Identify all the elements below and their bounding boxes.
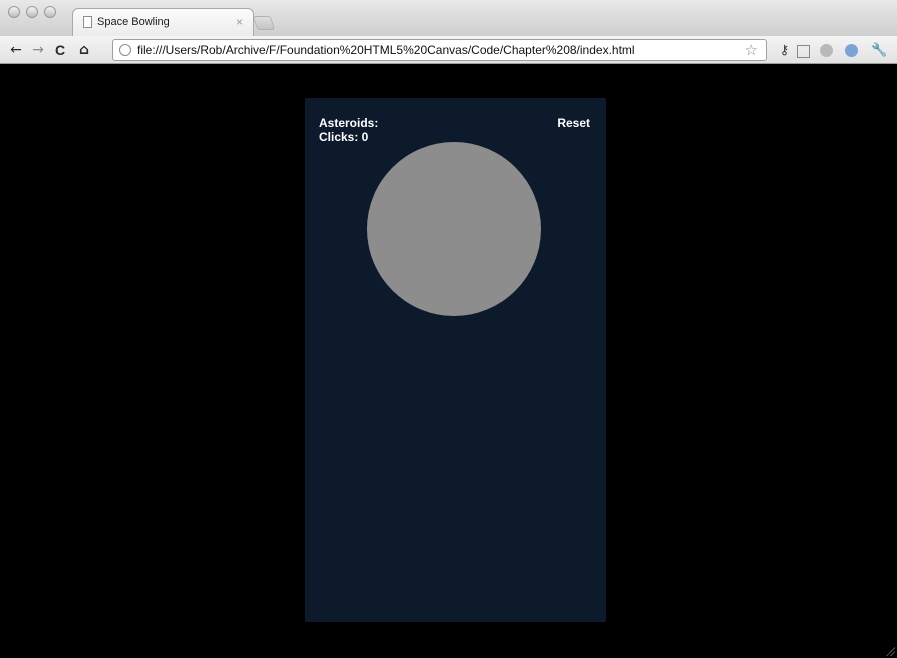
tab-space-bowling[interactable]: Space Bowling × <box>72 8 254 36</box>
close-window-button[interactable] <box>8 6 20 18</box>
key-extension-icon[interactable]: ⚷ <box>777 43 792 58</box>
page-info-icon[interactable] <box>119 44 131 56</box>
zoom-window-button[interactable] <box>44 6 56 18</box>
globe-extension-icon[interactable] <box>820 44 833 57</box>
frame-extension-icon[interactable] <box>797 45 810 58</box>
forward-icon[interactable]: → <box>30 41 46 59</box>
address-bar[interactable]: file:///Users/Rob/Archive/F/Foundation%2… <box>112 39 767 61</box>
home-icon[interactable]: ⌂ <box>76 41 92 59</box>
back-icon[interactable]: ← <box>8 41 24 59</box>
tab-close-icon[interactable]: × <box>236 15 243 29</box>
browser-toolbar: ← → C ⌂ file:///Users/Rob/Archive/F/Foun… <box>0 36 897 64</box>
document-icon <box>83 16 92 28</box>
tab-strip: Space Bowling × <box>0 0 897 36</box>
address-url: file:///Users/Rob/Archive/F/Foundation%2… <box>137 43 635 57</box>
wrench-icon[interactable]: 🔧 <box>871 43 887 58</box>
reload-icon[interactable]: C <box>52 41 68 59</box>
clicks-counter: Clicks: 0 <box>319 130 369 144</box>
asteroids-counter: Asteroids: <box>319 116 379 130</box>
tab-title: Space Bowling <box>97 16 170 28</box>
game-canvas[interactable]: Asteroids: Clicks: 0 Reset <box>305 98 606 622</box>
minimize-window-button[interactable] <box>26 6 38 18</box>
asteroid-platform <box>367 142 541 316</box>
reset-button[interactable]: Reset <box>557 116 590 130</box>
cloud-extension-icon[interactable] <box>845 44 858 57</box>
new-tab-button[interactable] <box>252 16 276 30</box>
page-viewport: Asteroids: Clicks: 0 Reset <box>8 64 897 658</box>
bookmark-star-icon[interactable]: ☆ <box>745 41 758 59</box>
browser-window: Space Bowling × ← → C ⌂ file:///Users/Ro… <box>0 0 897 658</box>
resize-grip[interactable] <box>885 646 895 656</box>
